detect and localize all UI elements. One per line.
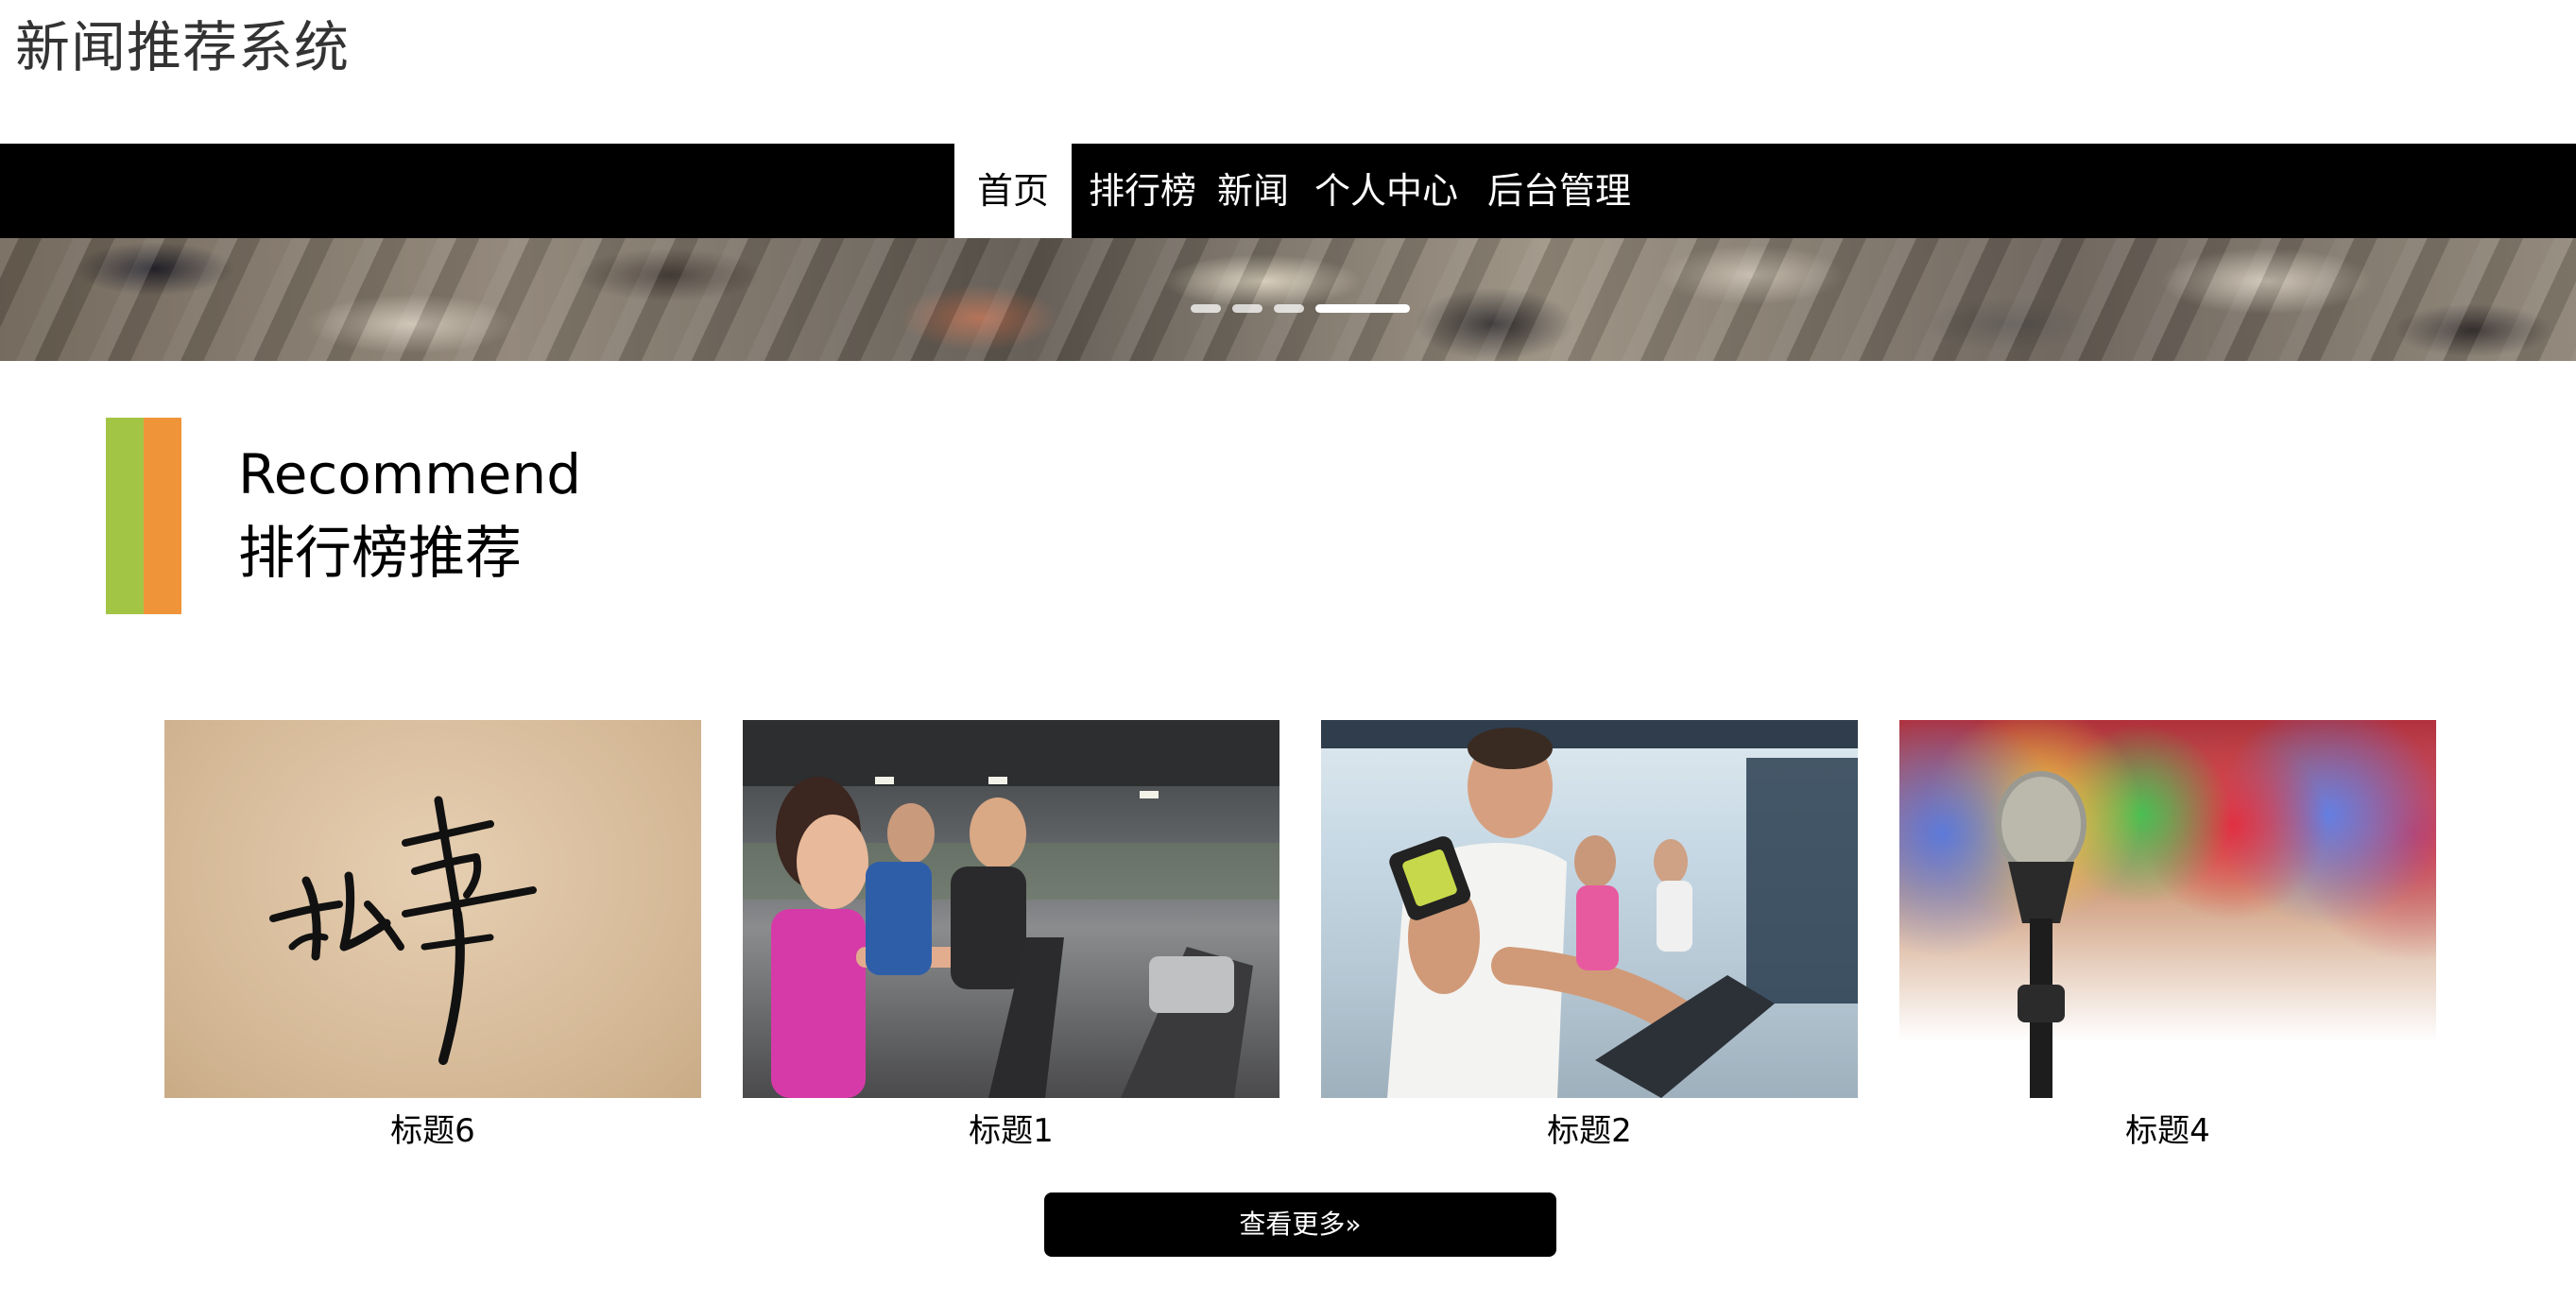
- microphone-stage-image[interactable]: [1899, 720, 2436, 1098]
- carousel-dot-1[interactable]: [1191, 304, 1221, 313]
- nav-item-ranking[interactable]: 排行榜: [1083, 144, 1202, 238]
- card-title[interactable]: 标题1: [743, 1098, 1279, 1164]
- calligraphy-image[interactable]: [164, 720, 701, 1098]
- carousel-dot-4[interactable]: [1315, 304, 1410, 313]
- nav-item-user-center[interactable]: 个人中心: [1308, 144, 1465, 238]
- gym-scene: [743, 720, 1279, 1098]
- calligraphy-strokes: [269, 796, 537, 1065]
- gym-elliptical-image[interactable]: [743, 720, 1279, 1098]
- news-card[interactable]: 标题4: [1899, 720, 2436, 1164]
- banner-image: [0, 238, 2576, 361]
- site-title: 新闻推荐系统: [15, 15, 351, 79]
- card-title[interactable]: 标题4: [1899, 1098, 2436, 1164]
- banner-carousel[interactable]: [0, 238, 2576, 361]
- card-title[interactable]: 标题6: [164, 1098, 701, 1164]
- view-more-button[interactable]: 查看更多»: [1044, 1192, 1556, 1257]
- nav-item-admin[interactable]: 后台管理: [1480, 144, 1639, 238]
- news-card[interactable]: 标题1: [743, 720, 1279, 1164]
- nav-item-news[interactable]: 新闻: [1211, 144, 1295, 238]
- section-title-zh: 排行榜推荐: [238, 521, 522, 587]
- section-accent-green: [106, 418, 144, 614]
- main-nav: 首页 排行榜 新闻 个人中心 后台管理: [0, 144, 2576, 238]
- news-card[interactable]: 标题6: [164, 720, 701, 1164]
- nav-item-home[interactable]: 首页: [954, 144, 1072, 238]
- section-title-en: Recommend: [238, 442, 582, 506]
- card-title[interactable]: 标题2: [1321, 1098, 1858, 1164]
- section-accent-orange: [144, 418, 181, 614]
- gym-cycling-image[interactable]: [1321, 720, 1858, 1098]
- carousel-dot-2[interactable]: [1232, 304, 1262, 313]
- microphone-icon: [1996, 771, 2087, 1098]
- cycling-scene: [1321, 720, 1858, 1098]
- carousel-dot-3[interactable]: [1274, 304, 1304, 313]
- news-card[interactable]: 标题2: [1321, 720, 1858, 1164]
